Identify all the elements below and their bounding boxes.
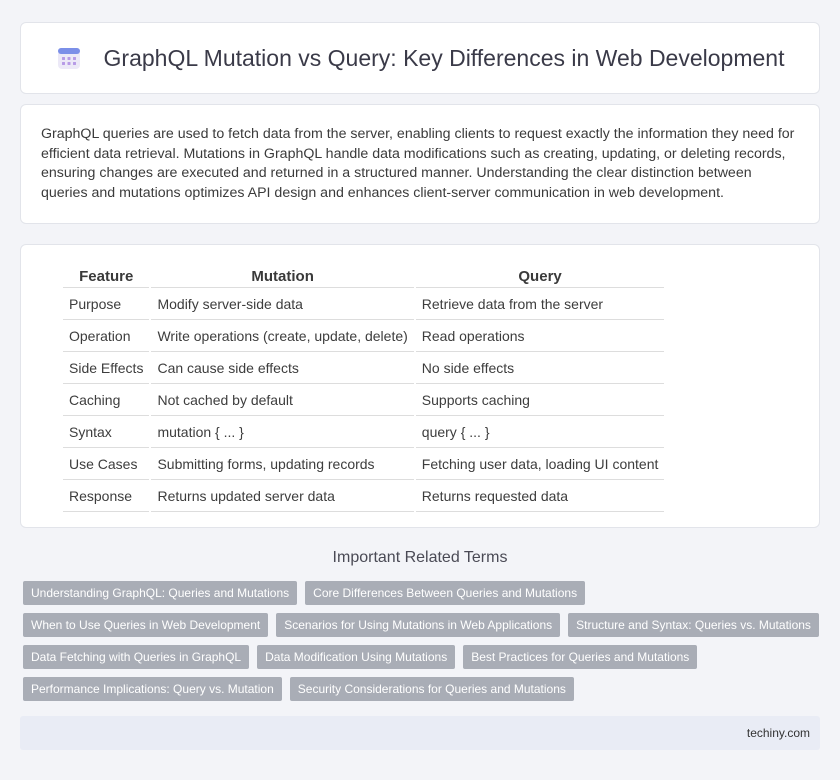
table-cell: Can cause side effects <box>151 352 414 384</box>
table-cell: Fetching user data, loading UI content <box>415 448 665 480</box>
table-cell: Syntax <box>63 416 150 448</box>
comparison-card: Feature Mutation Query Purpose Modify se… <box>20 244 820 528</box>
table-cell: Read operations <box>415 320 665 352</box>
related-term-link[interactable]: Understanding GraphQL: Queries and Mutat… <box>23 581 298 605</box>
comparison-table: Feature Mutation Query Purpose Modify se… <box>61 265 666 512</box>
table-cell: Purpose <box>63 288 150 320</box>
intro-text: GraphQL queries are used to fetch data f… <box>41 126 795 201</box>
table-cell: Supports caching <box>415 384 665 416</box>
table-cell: Side Effects <box>63 352 150 384</box>
header-feature: Feature <box>63 265 150 288</box>
footer: techiny.com <box>20 716 820 750</box>
table-cell: mutation { ... } <box>151 416 414 448</box>
table-cell: Returns requested data <box>415 480 665 512</box>
tag-row: When to Use Queries in Web Development S… <box>23 613 823 637</box>
table-cell: Write operations (create, update, delete… <box>151 320 414 352</box>
table-cell: Not cached by default <box>151 384 414 416</box>
related-terms: Understanding GraphQL: Queries and Mutat… <box>23 581 823 709</box>
related-term-link[interactable]: Security Considerations for Queries and … <box>289 677 574 701</box>
table-row: Side Effects Can cause side effects No s… <box>63 352 665 384</box>
table-header-row: Feature Mutation Query <box>63 265 665 288</box>
header-mutation: Mutation <box>151 265 414 288</box>
table-cell: Submitting forms, updating records <box>151 448 414 480</box>
table-row: Use Cases Submitting forms, updating rec… <box>63 448 665 480</box>
calendar-icon <box>56 45 82 71</box>
related-term-link[interactable]: Structure and Syntax: Queries vs. Mutati… <box>568 613 819 637</box>
page-title: GraphQL Mutation vs Query: Key Differenc… <box>103 44 785 71</box>
table-row: Operation Write operations (create, upda… <box>63 320 665 352</box>
table-row: Syntax mutation { ... } query { ... } <box>63 416 665 448</box>
related-term-link[interactable]: Data Fetching with Queries in GraphQL <box>23 645 250 669</box>
related-term-link[interactable]: Data Modification Using Mutations <box>257 645 456 669</box>
related-term-link[interactable]: Scenarios for Using Mutations in Web App… <box>276 613 561 637</box>
table-cell: Caching <box>63 384 150 416</box>
related-term-link[interactable]: When to Use Queries in Web Development <box>23 613 269 637</box>
related-terms-title: Important Related Terms <box>332 549 508 566</box>
footer-brand[interactable]: techiny.com <box>747 726 810 740</box>
table-cell: Use Cases <box>63 448 150 480</box>
table-row: Caching Not cached by default Supports c… <box>63 384 665 416</box>
table-cell: Returns updated server data <box>151 480 414 512</box>
related-term-link[interactable]: Best Practices for Queries and Mutations <box>463 645 698 669</box>
page-header: GraphQL Mutation vs Query: Key Differenc… <box>20 22 820 94</box>
table-cell: Operation <box>63 320 150 352</box>
table-cell: Response <box>63 480 150 512</box>
header-query: Query <box>415 265 665 288</box>
table-cell: No side effects <box>415 352 665 384</box>
table-row: Response Returns updated server data Ret… <box>63 480 665 512</box>
tag-row: Understanding GraphQL: Queries and Mutat… <box>23 581 823 605</box>
tag-row: Data Fetching with Queries in GraphQL Da… <box>23 645 823 669</box>
intro-card: GraphQL queries are used to fetch data f… <box>20 104 820 224</box>
table-row: Purpose Modify server-side data Retrieve… <box>63 288 665 320</box>
table-cell: query { ... } <box>415 416 665 448</box>
tag-row: Performance Implications: Query vs. Muta… <box>23 677 823 701</box>
related-term-link[interactable]: Performance Implications: Query vs. Muta… <box>23 677 282 701</box>
table-cell: Modify server-side data <box>151 288 414 320</box>
table-cell: Retrieve data from the server <box>415 288 665 320</box>
related-term-link[interactable]: Core Differences Between Queries and Mut… <box>305 581 586 605</box>
